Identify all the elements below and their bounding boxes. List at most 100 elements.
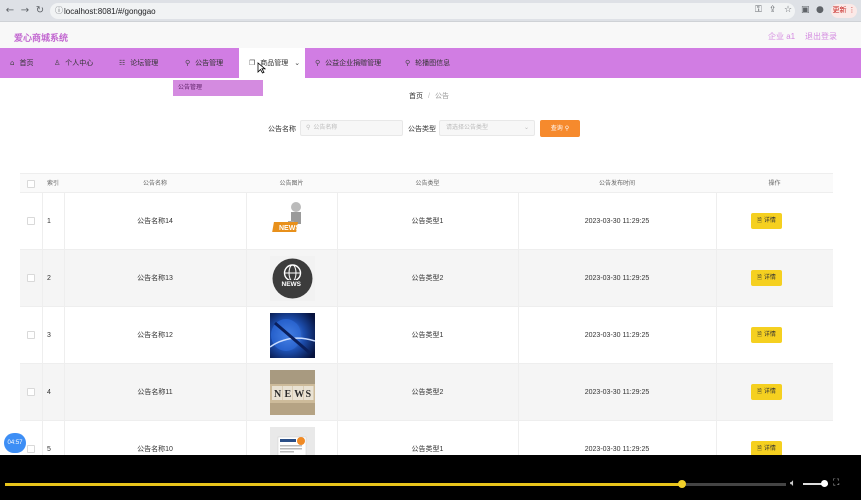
notice-name-placeholder: 公告名称 <box>313 125 338 131</box>
app-header: 爱心商城系统 企业 a1 退出登录 <box>0 22 861 48</box>
cell-name: 公告名称14 <box>137 218 173 225</box>
nav-item-home[interactable]: ⌂ 首页 <box>10 48 33 78</box>
cell-index: 4 <box>47 389 51 396</box>
fullscreen-icon[interactable]: ⛶ <box>833 478 839 488</box>
progress-handle[interactable] <box>678 480 686 488</box>
nav-label: 公告管理 <box>195 60 224 67</box>
news-blocks-image[interactable]: NEWS <box>270 370 315 415</box>
cell-time: 2023-03-30 11:29:25 <box>584 275 650 282</box>
notice-name-label: 公告名称 <box>268 126 296 133</box>
nav-item-carousel[interactable]: ⚲ 轮播图信息 <box>405 48 450 78</box>
breadcrumb-separator: / <box>428 93 430 100</box>
document-icon: 🗎︎ <box>757 274 762 281</box>
notice-table: 索引 公告名称 公告图片 公告类型 公告发布时间 操作 1 公告名称14 NEWS 公… <box>20 173 833 478</box>
goods-icon: ❐ <box>249 59 256 67</box>
column-divider <box>246 193 247 249</box>
logout-link[interactable]: 退出登录 <box>805 31 837 42</box>
search-icon: ⚲ <box>564 125 570 132</box>
row-checkbox[interactable] <box>27 388 35 396</box>
carousel-icon: ⚲ <box>405 59 411 67</box>
cell-type: 公告类型2 <box>411 389 444 396</box>
nav-item-profile[interactable]: ♙ 个人中心 <box>54 48 93 78</box>
cell-name: 公告名称12 <box>137 332 173 339</box>
sidebar-icon[interactable]: ▣ <box>801 5 810 15</box>
cell-time: 2023-03-30 11:29:25 <box>584 218 650 225</box>
star-icon[interactable]: ☆ <box>784 5 792 15</box>
address-bar[interactable] <box>50 3 795 19</box>
cell-time: 2023-03-30 11:29:25 <box>584 332 650 339</box>
row-checkbox[interactable] <box>27 445 35 453</box>
document-icon: 🗎︎ <box>757 331 762 338</box>
detail-button-label: 详情 <box>763 275 776 281</box>
cell-index: 2 <box>47 275 51 282</box>
share-icon[interactable]: ⇪ <box>769 5 777 15</box>
column-header-name: 公告名称 <box>142 181 167 187</box>
cell-index: 1 <box>47 218 51 225</box>
cell-time: 2023-03-30 11:29:25 <box>584 389 650 396</box>
query-button[interactable]: 查询 ⚲ <box>540 120 580 137</box>
row-checkbox[interactable] <box>27 274 35 282</box>
column-header-time: 公告发布时间 <box>598 181 635 187</box>
reload-icon[interactable]: ↻ <box>34 5 46 17</box>
back-icon[interactable]: ← <box>4 5 16 17</box>
volume-icon[interactable]: 🔈︎ <box>790 478 796 489</box>
site-info-icon[interactable]: ⓘ <box>55 5 63 16</box>
table-header: 索引 公告名称 公告图片 公告类型 公告发布时间 操作 <box>20 173 833 193</box>
nav-label: 个人中心 <box>65 60 94 67</box>
detail-button[interactable]: 🗎︎ 详情 <box>751 270 782 286</box>
news-figure-image[interactable]: NEWS <box>270 199 315 244</box>
cell-index: 3 <box>47 332 51 339</box>
svg-text:W: W <box>294 389 304 400</box>
breadcrumb-home[interactable]: 首页 <box>409 93 423 100</box>
chevron-down-icon: ⌄ <box>294 59 301 67</box>
user-icon: ♙ <box>54 59 61 67</box>
chevron-down-icon: ⌄ <box>523 124 529 131</box>
search-icon: ⚲ <box>306 124 311 131</box>
select-all-checkbox[interactable] <box>27 180 35 188</box>
nav-item-donation[interactable]: ⚲ 公益企业捐赠管理 <box>315 48 381 78</box>
nav-label: 轮播图信息 <box>415 60 451 67</box>
row-checkbox[interactable] <box>27 331 35 339</box>
forward-icon[interactable]: → <box>19 5 31 17</box>
breadcrumb: 首页 / 公告 <box>409 91 449 101</box>
donation-icon: ⚲ <box>315 59 321 67</box>
breadcrumb-current: 公告 <box>434 93 449 100</box>
document-icon: 🗎︎ <box>757 445 762 452</box>
cell-name: 公告名称11 <box>137 389 173 396</box>
column-divider <box>716 193 717 249</box>
detail-button[interactable]: 🗎︎ 详情 <box>751 327 782 343</box>
column-divider <box>246 307 247 363</box>
update-button[interactable]: 更新 ⋮ <box>831 4 857 18</box>
url-text[interactable]: localhost:8081/#/gonggao <box>64 7 156 16</box>
notice-type-placeholder: 请选择公告类型 <box>446 125 489 131</box>
brand-title: 爱心商城系统 <box>14 33 69 43</box>
video-controls <box>0 455 861 500</box>
table-row: 3 公告名称12 公告类型1 2023-03-30 11:29:25 🗎︎ 详情 <box>20 307 833 364</box>
profile-icon[interactable]: ● <box>816 5 824 15</box>
nav-item-goods[interactable]: ❐ 商品管理 ⌄ <box>239 48 305 78</box>
cell-type: 公告类型1 <box>411 332 444 339</box>
detail-button[interactable]: 🗎︎ 详情 <box>751 384 782 400</box>
detail-button[interactable]: 🗎︎ 详情 <box>751 213 782 229</box>
cursor-icon <box>257 62 266 74</box>
notice-name-input[interactable]: ⚲ 公告名称 <box>300 120 403 136</box>
progress-fill <box>5 483 682 486</box>
row-checkbox[interactable] <box>27 217 35 225</box>
current-user[interactable]: 企业 a1 <box>768 31 795 42</box>
column-divider <box>246 364 247 420</box>
column-header-image: 公告图片 <box>279 181 304 187</box>
key-icon[interactable]: ⚿ <box>755 5 762 15</box>
nav-item-forum[interactable]: ☷ 论坛管理 <box>119 48 158 78</box>
notice-icon: ⚲ <box>185 59 191 67</box>
table-row: 4 公告名称11 N E W S 公告类型2 2023-03-30 11:29:25 🗎︎ 详情 <box>20 364 833 421</box>
volume-handle[interactable] <box>821 480 828 487</box>
nav-item-notice[interactable]: ⚲ 公告管理 <box>185 48 223 78</box>
detail-button-label: 详情 <box>763 446 776 452</box>
forum-icon: ☷ <box>119 59 126 67</box>
news-globe-image[interactable]: NEWS <box>270 256 315 301</box>
submenu-item-notice[interactable]: 公告管理 <box>173 80 263 96</box>
news-blue-screen-image[interactable] <box>269 313 316 358</box>
notice-type-select[interactable]: 请选择公告类型 ⌄ <box>439 120 535 136</box>
table-body: 1 公告名称14 NEWS 公告类型1 2023-03-30 11:29:25 🗎︎ 详情 2… <box>20 193 833 478</box>
column-divider <box>716 250 717 306</box>
